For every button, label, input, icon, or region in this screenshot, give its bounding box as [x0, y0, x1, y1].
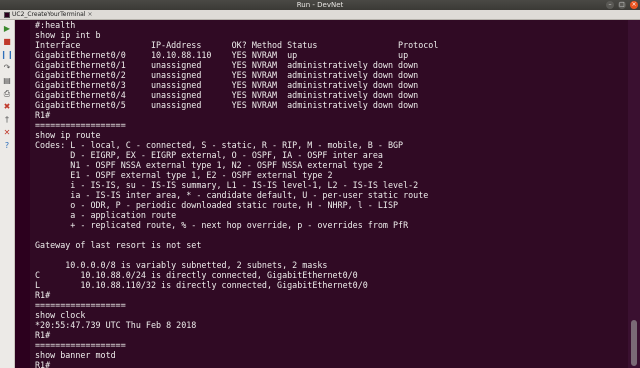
- terminal-line: + - replicated route, % - next hop overr…: [35, 220, 409, 230]
- tab-label: UC2_CreateYourTerminal: [12, 11, 86, 18]
- terminal-line: R1#: [35, 290, 51, 300]
- terminal-line: GigabitEthernet0/0 10.10.88.110 YES NVRA…: [35, 50, 409, 60]
- terminal-line: E1 - OSPF external type 1, E2 - OSPF ext…: [35, 170, 333, 180]
- tab-close-icon[interactable]: ×: [88, 10, 93, 19]
- tab-terminal[interactable]: UC2_CreateYourTerminal ×: [0, 10, 97, 19]
- terminal-line: R1#: [35, 110, 51, 120]
- terminal-line: show ip int b: [35, 30, 101, 40]
- window-controls: – □ ×: [606, 1, 638, 9]
- terminal-line: L 10.10.88.110/32 is directly connected,…: [35, 280, 368, 290]
- terminal-line: GigabitEthernet0/4 unassigned YES NVRAM …: [35, 90, 419, 100]
- terminal-line: ==================: [35, 300, 126, 310]
- terminal-text: #:health show ip int b Interface IP-Addres…: [30, 20, 628, 368]
- scrollbar[interactable]: [628, 20, 640, 368]
- terminal-line: R1#: [35, 330, 51, 340]
- step-icon[interactable]: ↷: [2, 63, 12, 73]
- minimize-icon[interactable]: –: [606, 1, 614, 9]
- stop-icon[interactable]: ■: [2, 37, 12, 47]
- run-icon[interactable]: ▶: [2, 24, 12, 34]
- terminal-line: 10.0.0.0/8 is variably subnetted, 2 subn…: [35, 260, 328, 270]
- terminal-line: a - application route: [35, 210, 177, 220]
- terminal-line: R1#: [35, 360, 51, 368]
- print-icon[interactable]: ⎙: [2, 89, 12, 99]
- terminal-line: show ip route: [35, 130, 101, 140]
- terminal-line: i - IS-IS, su - IS-IS summary, L1 - IS-I…: [35, 180, 419, 190]
- terminal-line: #:health: [35, 20, 76, 30]
- help-icon[interactable]: ?: [2, 141, 12, 151]
- terminal-line: C 10.10.88.0/24 is directly connected, G…: [35, 270, 358, 280]
- terminal-line: Interface IP-Address OK? Method Status P…: [35, 40, 439, 50]
- window-title: Run - DevNet: [296, 1, 344, 9]
- terminal-output[interactable]: #:health show ip int b Interface IP-Addres…: [30, 20, 628, 368]
- pause-icon[interactable]: ❙❙: [0, 50, 13, 60]
- terminal-line: *20:55:47.739 UTC Thu Feb 8 2018: [35, 320, 197, 330]
- terminal-line: Gateway of last resort is not set: [35, 240, 202, 250]
- terminal-line: GigabitEthernet0/5 unassigned YES NVRAM …: [35, 100, 419, 110]
- terminal-line: ia - IS-IS inter area, * - candidate def…: [35, 190, 429, 200]
- terminal-line: GigabitEthernet0/2 unassigned YES NVRAM …: [35, 70, 419, 80]
- scrollbar-thumb[interactable]: [631, 320, 637, 366]
- tab-bar: UC2_CreateYourTerminal ×: [0, 10, 640, 20]
- delete-icon[interactable]: ✖: [2, 102, 12, 112]
- terminal-line: ==================: [35, 120, 126, 130]
- terminal-icon: [4, 11, 10, 18]
- window-titlebar: Run - DevNet – □ ×: [0, 0, 640, 10]
- toolbar-sidebar: ▶ ■ ❙❙ ↷ ▤ ⎙ ✖ † ✕?: [0, 20, 15, 368]
- terminal-line: GigabitEthernet0/3 unassigned YES NVRAM …: [35, 80, 419, 90]
- terminal-line: o - ODR, P - periodic downloaded static …: [35, 200, 399, 210]
- terminal-line: D - EIGRP, EX - EIGRP external, O - OSPF…: [35, 150, 383, 160]
- pin-icon[interactable]: †: [2, 115, 12, 125]
- terminal-line: show clock: [35, 310, 86, 320]
- clear-icon[interactable]: ✕: [2, 128, 12, 138]
- close-icon[interactable]: ×: [630, 1, 638, 9]
- terminal-line: GigabitEthernet0/1 unassigned YES NVRAM …: [35, 60, 419, 70]
- terminal-line: Codes: L - local, C - connected, S - sta…: [35, 140, 404, 150]
- terminal-line: show banner motd: [35, 350, 116, 360]
- maximize-icon[interactable]: □: [618, 1, 626, 9]
- terminal-line: ==================: [35, 340, 126, 350]
- terminal-line: N1 - OSPF NSSA external type 1, N2 - OSP…: [35, 160, 383, 170]
- console-icon[interactable]: ▤: [2, 76, 12, 86]
